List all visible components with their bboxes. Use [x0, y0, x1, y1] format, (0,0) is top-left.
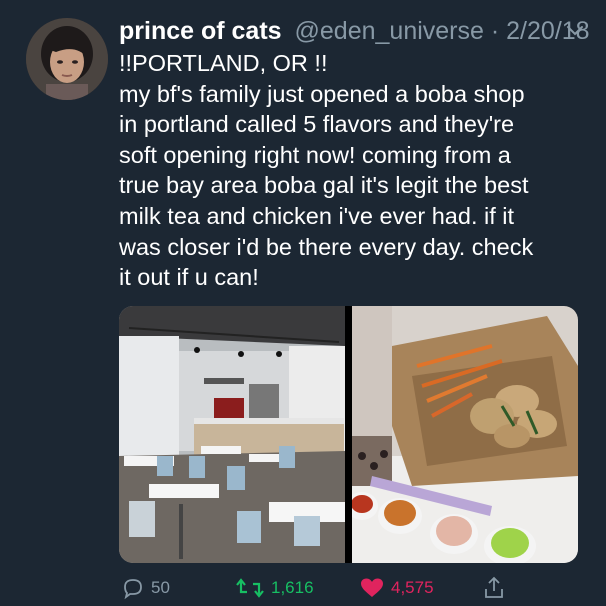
like-button[interactable]: 4,575: [359, 572, 434, 604]
retweet-button[interactable]: 1,616: [235, 572, 314, 604]
tweet-text-line: it out if u can!: [119, 264, 259, 291]
avatar[interactable]: [26, 18, 108, 100]
tweet-header: prince of cats @eden_universe · 2/20/18: [119, 14, 590, 48]
reply-icon: [121, 576, 145, 600]
retweet-count: 1,616: [271, 578, 314, 597]
heart-icon: [359, 576, 385, 600]
tweet-text-line: !!PORTLAND, OR !!: [119, 50, 328, 76]
display-name[interactable]: prince of cats: [119, 17, 282, 45]
tweet-actions: 50 1,616 4,575: [0, 572, 606, 604]
retweet-icon: [235, 576, 265, 600]
share-icon: [482, 575, 506, 601]
tweet-text-line: in portland called 5 flavors and they're: [119, 111, 515, 138]
tweet-text: !!PORTLAND, OR !! my bf's family just op…: [119, 48, 589, 293]
share-button[interactable]: [482, 572, 506, 604]
chevron-down-icon[interactable]: [566, 24, 584, 38]
tweet-text-line: was closer i'd be there every day. check: [119, 233, 534, 260]
user-handle[interactable]: @eden_universe: [295, 17, 484, 45]
reply-count: 50: [151, 578, 170, 597]
tweet-text-line: my bf's family just opened a boba shop: [119, 80, 525, 107]
tweet: prince of cats @eden_universe · 2/20/18 …: [0, 0, 606, 606]
cafe-interior-photo[interactable]: [119, 306, 345, 563]
like-count: 4,575: [391, 578, 434, 597]
reply-button[interactable]: 50: [121, 572, 170, 604]
tweet-text-line: true bay area boba gal it's legit the be…: [119, 172, 529, 199]
media-grid: [119, 306, 578, 563]
separator-dot: ·: [490, 17, 500, 45]
tweet-text-line: soft opening right now! coming from a: [119, 141, 511, 168]
tweet-text-line: milk tea and chicken i've ever had. if i…: [119, 202, 515, 229]
food-photo[interactable]: [346, 306, 578, 563]
